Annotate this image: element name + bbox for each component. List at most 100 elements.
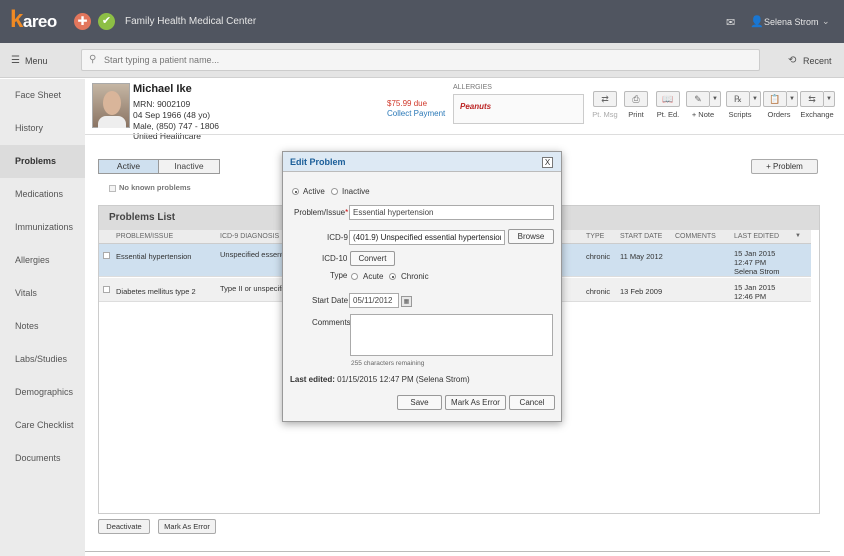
type-chronic-radio[interactable] <box>389 273 396 280</box>
save-button[interactable]: Save <box>397 395 442 410</box>
patient-insurance: United Healthcare <box>133 131 202 141</box>
sort-arrow-icon[interactable]: ▼ <box>795 233 801 239</box>
patient-education-label[interactable]: Pt. Ed. <box>654 110 682 119</box>
dialog-mark-as-error-button[interactable]: Mark As Error <box>445 395 506 410</box>
icd9-field[interactable] <box>349 230 505 245</box>
patient-search-input[interactable] <box>104 53 744 67</box>
start-date-field[interactable] <box>349 293 399 308</box>
add-problem-button[interactable]: + Problem <box>751 159 818 174</box>
sidebar-item-immunizations[interactable]: Immunizations <box>0 211 85 244</box>
menu-label[interactable]: Menu <box>25 56 48 66</box>
col-start-date[interactable]: Start Date <box>620 233 662 240</box>
row-start-date: 13 Feb 2009 <box>620 287 663 296</box>
row-checkbox[interactable] <box>103 286 110 293</box>
user-icon[interactable]: 👤 <box>750 15 764 28</box>
patient-name: Michael Ike <box>133 83 192 95</box>
top-bar: kkareoareo ✚ ✔ Family Health Medical Cen… <box>0 0 844 43</box>
browse-button[interactable]: Browse <box>508 229 554 244</box>
exchange-chevron-icon[interactable]: ▼ <box>824 91 835 107</box>
col-type[interactable]: Type <box>586 233 604 240</box>
kareo-logo[interactable]: kkareoareo <box>10 6 57 34</box>
orders-icon[interactable]: 📋 <box>763 91 787 107</box>
sidebar-item-care-checklist[interactable]: Care Checklist <box>0 409 85 442</box>
sidebar-item-face-sheet[interactable]: Face Sheet <box>0 79 85 112</box>
cancel-button[interactable]: Cancel <box>509 395 555 410</box>
sidebar-item-labs-studies[interactable]: Labs/Studies <box>0 343 85 376</box>
problem-issue-field[interactable] <box>349 205 554 220</box>
scripts-label[interactable]: Scripts <box>725 110 755 119</box>
patient-education-icon[interactable]: 📖 <box>656 91 680 107</box>
sidebar-item-problems[interactable]: Problems <box>0 145 85 178</box>
sidebar-item-medications[interactable]: Medications <box>0 178 85 211</box>
sidebar-item-documents[interactable]: Documents <box>0 442 85 475</box>
icd9-label: ICD-9 <box>327 233 348 242</box>
edit-problem-dialog: Edit Problem X Active Inactive Problem/I… <box>282 151 562 422</box>
user-name[interactable]: Selena Strom <box>764 17 819 27</box>
bottom-divider <box>85 551 830 552</box>
print-icon[interactable]: ⎙ <box>624 91 648 107</box>
col-comments[interactable]: Comments <box>675 233 716 240</box>
type-acute-label[interactable]: Acute <box>363 272 383 281</box>
collect-payment-link[interactable]: Collect Payment <box>387 109 445 118</box>
start-date-label: Start Date <box>312 296 349 305</box>
patient-message-label[interactable]: Pt. Msg <box>590 110 620 119</box>
orders-label[interactable]: Orders <box>764 110 794 119</box>
comments-textarea[interactable] <box>350 314 553 356</box>
recent-button[interactable]: Recent <box>803 56 832 66</box>
last-edited-info: Last edited: 01/15/2015 12:47 PM (Selena… <box>290 375 470 384</box>
calendar-icon[interactable]: ▦ <box>401 296 412 307</box>
sidebar-item-demographics[interactable]: Demographics <box>0 376 85 409</box>
hamburger-menu-icon[interactable]: ☰ <box>11 55 20 66</box>
row-last-edited-user: Selena Strom <box>734 267 780 276</box>
practice-name: Family Health Medical Center <box>125 16 257 27</box>
col-problem[interactable]: Problem/Issue <box>116 233 173 240</box>
add-note-icon[interactable]: ✎ <box>686 91 710 107</box>
scripts-chevron-icon[interactable]: ▼ <box>750 91 761 107</box>
print-label[interactable]: Print <box>624 110 648 119</box>
comments-label: Comments <box>312 318 351 327</box>
sidebar-item-history[interactable]: History <box>0 112 85 145</box>
characters-remaining: 255 characters remaining <box>351 360 425 367</box>
sidebar: Face Sheet History Problems Medications … <box>0 79 85 556</box>
patient-message-icon[interactable]: ⇄ <box>593 91 617 107</box>
dialog-header: Edit Problem X <box>283 152 561 172</box>
history-clock-icon[interactable]: ⟲ <box>788 55 796 66</box>
sub-bar: ☰ Menu ⚲ ⟲ Recent <box>0 43 844 78</box>
col-last-edited[interactable]: Last Edited <box>734 233 779 240</box>
type-acute-radio[interactable] <box>351 273 358 280</box>
close-icon[interactable]: X <box>542 157 553 168</box>
row-icd9: Unspecified essenti <box>220 250 286 259</box>
sidebar-item-vitals[interactable]: Vitals <box>0 277 85 310</box>
exchange-icon[interactable]: ⇆ <box>800 91 824 107</box>
status-active-label[interactable]: Active <box>303 187 325 196</box>
checkmark-app-icon[interactable]: ✔ <box>98 13 115 30</box>
scripts-icon[interactable]: ℞ <box>726 91 750 107</box>
convert-button[interactable]: Convert <box>350 251 395 266</box>
add-note-label[interactable]: + Note <box>688 110 718 119</box>
tab-inactive[interactable]: Inactive <box>158 159 220 174</box>
medical-cross-icon[interactable]: ✚ <box>74 13 91 30</box>
status-inactive-label[interactable]: Inactive <box>342 187 370 196</box>
col-icd9[interactable]: ICD-9 Diagnosis <box>220 233 279 240</box>
no-known-problems[interactable]: No known problems <box>109 183 191 192</box>
row-last-edited-time: 12:46 PM <box>734 292 767 301</box>
chevron-down-icon[interactable]: ⌄ <box>822 16 830 27</box>
mail-icon[interactable]: ✉ <box>726 16 735 29</box>
no-known-checkbox[interactable] <box>109 184 116 192</box>
patient-search-box[interactable]: ⚲ <box>81 49 760 71</box>
row-checkbox[interactable] <box>103 252 110 259</box>
orders-chevron-icon[interactable]: ▼ <box>787 91 798 107</box>
type-chronic-label[interactable]: Chronic <box>401 272 429 281</box>
add-note-chevron-icon[interactable]: ▼ <box>710 91 721 107</box>
allergy-item: Peanuts <box>460 102 492 111</box>
tab-active[interactable]: Active <box>98 159 159 174</box>
header-divider <box>85 134 844 135</box>
exchange-label[interactable]: Exchange <box>798 110 836 119</box>
status-active-radio[interactable] <box>292 188 299 195</box>
sidebar-item-allergies[interactable]: Allergies <box>0 244 85 277</box>
sidebar-item-notes[interactable]: Notes <box>0 310 85 343</box>
mark-as-error-button[interactable]: Mark As Error <box>158 519 216 534</box>
status-inactive-radio[interactable] <box>331 188 338 195</box>
deactivate-button[interactable]: Deactivate <box>98 519 150 534</box>
dialog-title: Edit Problem <box>290 157 346 167</box>
